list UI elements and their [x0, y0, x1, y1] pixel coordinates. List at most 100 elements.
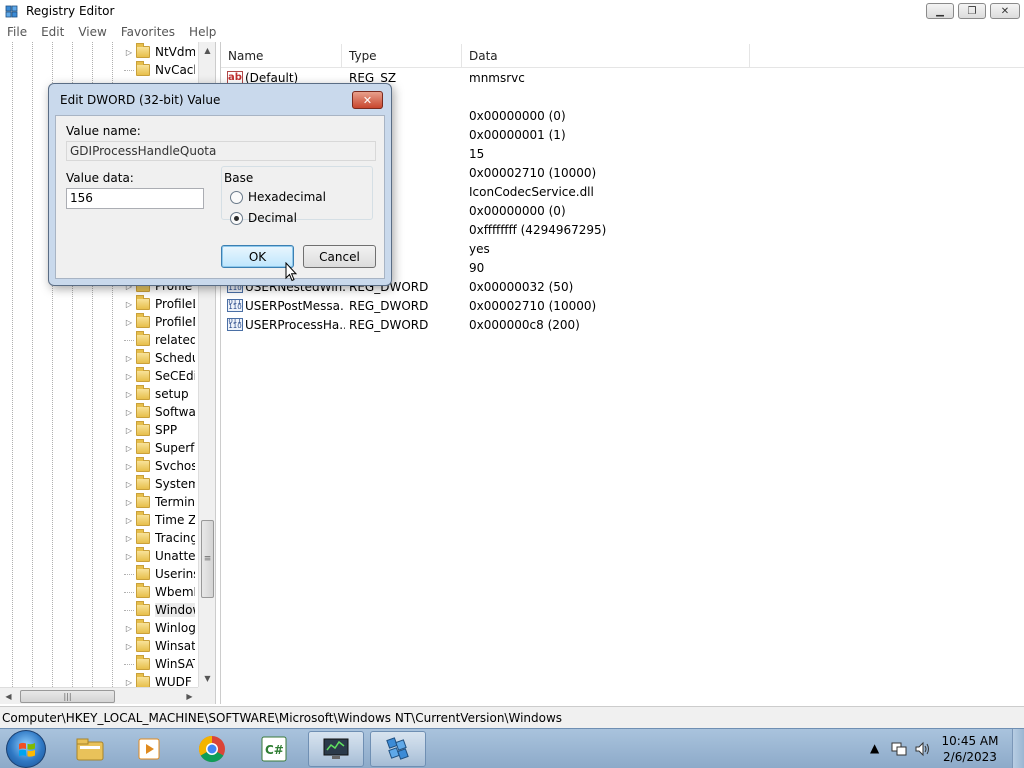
folder-icon — [136, 637, 150, 652]
start-button[interactable] — [6, 730, 46, 768]
tree-item[interactable]: ▷ setup — [124, 385, 195, 403]
tree-item[interactable]: related. — [124, 331, 195, 349]
tree-item[interactable]: ▷ Winsat — [124, 637, 195, 655]
tree-item[interactable]: ▷ Unatter — [124, 547, 195, 565]
tree-item-label: System — [155, 477, 195, 491]
tree-item[interactable]: ▷ Svchos — [124, 457, 195, 475]
expand-arrow-icon[interactable]: ▷ — [124, 534, 134, 543]
tree-item[interactable]: ▷ SeCEdit — [124, 367, 195, 385]
folder-icon — [136, 331, 150, 346]
status-path: Computer\HKEY_LOCAL_MACHINE\SOFTWARE\Mic… — [2, 711, 563, 725]
tree-item[interactable]: ▷ Schedu — [124, 349, 195, 367]
tree-item[interactable]: ▷ System — [124, 475, 195, 493]
tree-item[interactable]: ▷ ProfileL — [124, 295, 195, 313]
expand-arrow-icon[interactable]: ▷ — [124, 426, 134, 435]
value-row[interactable]: 011 110 USERPostMessa... REG_DWORD 0x000027… — [221, 296, 1024, 315]
menu-edit[interactable]: Edit — [34, 25, 71, 39]
mouse-cursor-icon — [285, 262, 297, 282]
expand-arrow-icon[interactable]: ▷ — [124, 624, 134, 633]
show-desktop-button[interactable] — [1012, 729, 1024, 768]
ok-button[interactable]: OK — [221, 245, 294, 268]
tree-hscroll-thumb[interactable]: ||| — [20, 690, 115, 703]
expand-arrow-icon[interactable]: ▷ — [124, 318, 134, 327]
expand-arrow-icon[interactable]: ▷ — [124, 354, 134, 363]
tree-item-label: related. — [155, 333, 195, 347]
expand-arrow-icon[interactable]: ▷ — [124, 300, 134, 309]
dialog-close-button[interactable]: ✕ — [352, 91, 383, 109]
value-name-field[interactable]: GDIProcessHandleQuota — [66, 141, 376, 161]
tree-scroll-thumb[interactable]: ≡ — [201, 520, 214, 598]
tree-item[interactable]: Userins — [124, 565, 195, 583]
tree-item-label: SeCEdit — [155, 369, 195, 383]
tree-item-label: Winlog — [155, 621, 195, 635]
tree-item[interactable]: ▷ Termin — [124, 493, 195, 511]
column-data-header[interactable]: Data — [462, 44, 750, 68]
list-header: Name Type Data — [221, 44, 1024, 68]
expand-arrow-icon[interactable]: ▷ — [124, 390, 134, 399]
folder-icon — [136, 367, 150, 382]
tree-item[interactable]: WinSAT — [124, 655, 195, 673]
expand-arrow-icon[interactable]: ▷ — [124, 498, 134, 507]
scroll-right-icon[interactable]: ▶ — [181, 688, 198, 704]
minimize-button[interactable]: ▁ — [926, 3, 954, 19]
menu-file[interactable]: File — [0, 25, 34, 39]
network-icon[interactable] — [890, 740, 908, 758]
tree-item-label: Tracing — [155, 531, 195, 545]
scroll-up-icon[interactable]: ▲ — [199, 42, 215, 59]
folder-icon — [136, 619, 150, 634]
clock-time: 10:45 AM — [941, 734, 999, 748]
tree-item[interactable]: ▷ SPP — [124, 421, 195, 439]
tree-item[interactable]: ▷ Tracing — [124, 529, 195, 547]
scroll-left-icon[interactable]: ◀ — [0, 688, 17, 704]
tree-item[interactable]: ▷ Time Z — [124, 511, 195, 529]
volume-icon[interactable] — [914, 740, 932, 758]
tree-item[interactable]: NvCach — [124, 61, 195, 79]
menu-help[interactable]: Help — [182, 25, 223, 39]
restore-button[interactable]: ❐ — [958, 3, 986, 19]
expand-arrow-icon[interactable]: ▷ — [124, 408, 134, 417]
expand-arrow-icon[interactable]: ▷ — [124, 48, 134, 57]
taskbar-csharp-editor[interactable]: C# — [246, 731, 302, 767]
scroll-down-icon[interactable]: ▼ — [199, 670, 215, 687]
clock[interactable]: 10:45 AM 2/6/2023 — [940, 733, 1000, 765]
tree-item-label: Time Z — [155, 513, 195, 527]
taskbar-file-explorer[interactable] — [62, 731, 118, 767]
taskbar-chrome[interactable] — [184, 731, 240, 767]
tree-item[interactable]: ▷ Winlog — [124, 619, 195, 637]
hexadecimal-radio[interactable]: Hexadecimal — [230, 190, 326, 204]
tree-item[interactable]: ▷ Superfe — [124, 439, 195, 457]
column-type-header[interactable]: Type — [342, 44, 462, 68]
menu-favorites[interactable]: Favorites — [114, 25, 182, 39]
value-data-input[interactable]: 156 — [66, 188, 204, 209]
expand-arrow-icon[interactable]: ▷ — [124, 642, 134, 651]
value-data: IconCodecService.dll — [469, 184, 594, 199]
radio-icon — [230, 190, 243, 204]
expand-arrow-icon[interactable]: ▷ — [124, 516, 134, 525]
scroll-corner — [198, 687, 215, 704]
expand-arrow-icon[interactable]: ▷ — [124, 444, 134, 453]
column-name-header[interactable]: Name — [221, 44, 342, 68]
menu-view[interactable]: View — [71, 25, 113, 39]
expand-arrow-icon[interactable]: ▷ — [124, 552, 134, 561]
decimal-radio[interactable]: Decimal — [230, 211, 297, 225]
tree-item[interactable]: ▷ NtVdm — [124, 43, 195, 61]
tree-item-label: Window — [155, 603, 195, 617]
tree-horizontal-scrollbar[interactable]: ◀ ||| ▶ — [0, 687, 198, 704]
cancel-button[interactable]: Cancel — [303, 245, 376, 268]
tree-item[interactable]: Window — [124, 601, 195, 619]
value-data: 0x00002710 (10000) — [469, 298, 597, 313]
tree-item[interactable]: ▷ Softwar — [124, 403, 195, 421]
expand-arrow-icon[interactable]: ▷ — [124, 480, 134, 489]
tree-item[interactable]: ▷ ProfileN — [124, 313, 195, 331]
show-hidden-icons-icon[interactable]: ▲ — [870, 741, 879, 755]
expand-arrow-icon[interactable]: ▷ — [124, 678, 134, 687]
expand-arrow-icon[interactable]: ▷ — [124, 372, 134, 381]
taskbar-monitor-app[interactable] — [308, 731, 364, 767]
taskbar-registry-editor[interactable] — [370, 731, 426, 767]
close-window-button[interactable]: ✕ — [990, 3, 1020, 19]
taskbar-media-player[interactable] — [122, 731, 178, 767]
tree-branch-line — [124, 591, 134, 593]
expand-arrow-icon[interactable]: ▷ — [124, 462, 134, 471]
value-row[interactable]: 011 110 USERProcessHa... REG_DWORD 0x000000… — [221, 315, 1024, 334]
tree-item[interactable]: WbemF — [124, 583, 195, 601]
